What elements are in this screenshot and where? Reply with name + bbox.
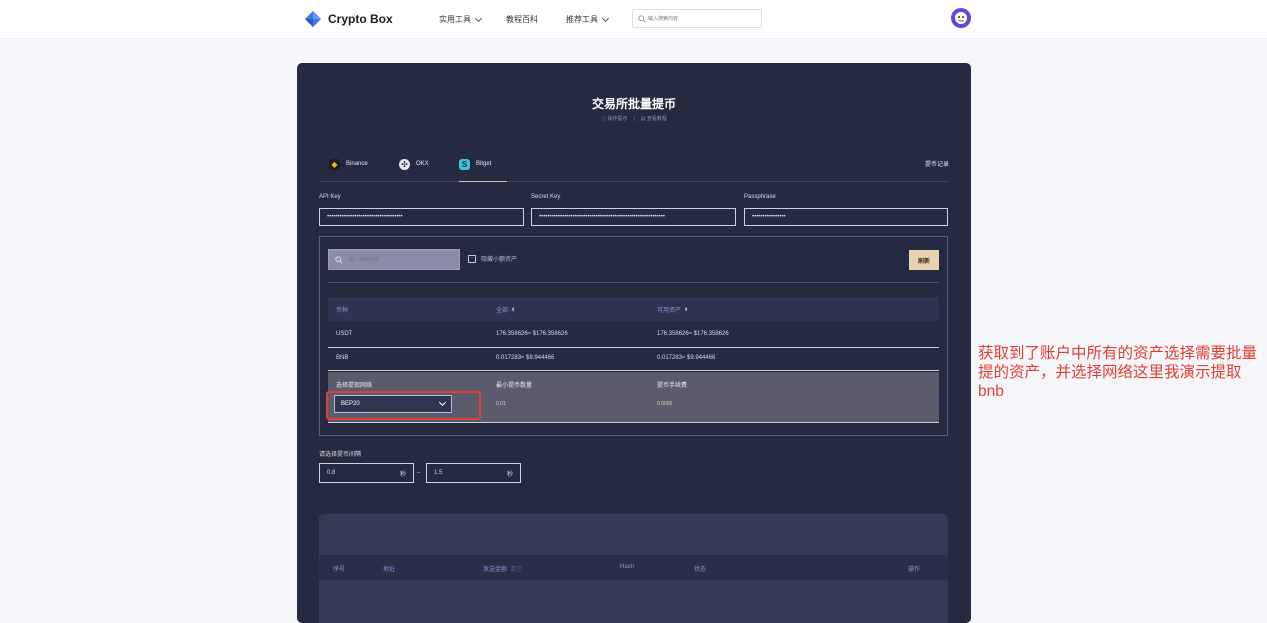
col-total[interactable]: 全部 ⬍ <box>496 305 515 315</box>
interval-to-unit: 秒 <box>506 471 513 478</box>
page-hints: ⓘ 操作提示 | ▤ 查看教程 <box>297 115 971 123</box>
network-highlight-box <box>326 391 481 420</box>
binance-icon: ◆ <box>329 158 340 170</box>
search-icon <box>335 255 343 264</box>
min-withdraw-value: 0.01 <box>496 401 506 407</box>
api-key-input[interactable]: •••••••••••••••••••••••••••••••••••• <box>319 208 524 226</box>
nav-tutorials-label: 教程百科 <box>506 15 538 24</box>
asset-search-input[interactable] <box>347 255 451 264</box>
user-avatar[interactable] <box>951 8 971 28</box>
col-available-label: 可用资产 <box>657 308 682 314</box>
brand-logo[interactable]: Crypto Box <box>304 10 393 28</box>
interval-from-unit: 秒 <box>399 471 406 478</box>
interval-label: 请选择提币间隔 <box>319 452 362 458</box>
hide-small-assets-toggle[interactable]: 隐藏小额资产 <box>468 254 517 263</box>
tutorial-label: 查看教程 <box>646 116 667 122</box>
okx-icon: ✣ <box>399 158 410 170</box>
operation-tips-label: 操作提示 <box>607 116 628 122</box>
bitget-icon: S <box>459 158 470 170</box>
crypto-box-logo-icon <box>305 11 321 27</box>
col-total-label: 全部 <box>496 308 509 314</box>
interval-to-value: 1.5 <box>434 470 443 476</box>
asset-available: 0.017283≈ $9.944466 <box>657 355 716 361</box>
asset-row-bnb[interactable]: BNB 0.017283≈ $9.944466 0.017283≈ $9.944… <box>328 347 939 371</box>
passphrase-input[interactable]: •••••••••••••••• <box>744 208 948 226</box>
col-available[interactable]: 可用资产 ⬍ <box>657 305 688 315</box>
asset-table-header: 币种 全部 ⬍ 可用资产 ⬍ <box>328 297 939 321</box>
col-status: 状态 <box>694 567 707 573</box>
record-table-header: 序号 地址 发送金额 清空 Hash 状态 操作 <box>319 555 948 580</box>
api-key-label: API Key <box>319 194 341 200</box>
col-coin: 币种 <box>336 305 348 314</box>
top-navbar: Crypto Box 实用工具 教程百科 推荐工具 <box>0 0 1267 39</box>
annotation-text: 获取到了账户中所有的资产选择需要批量提的资产，并选择网络这里我演示提取bnb <box>978 345 1258 400</box>
nav-practical-tools-label: 实用工具 <box>439 15 471 24</box>
refresh-button[interactable]: 刷新 <box>909 250 939 270</box>
interval-from-value: 0.8 <box>327 470 336 476</box>
sort-icon[interactable]: ⬍ <box>684 307 688 313</box>
exchange-tabs: ◆ Binance ✣ OKX S Bitget 提币记录 <box>319 147 949 182</box>
operation-tips-link[interactable]: ⓘ 操作提示 <box>601 115 627 122</box>
header-search-input[interactable] <box>646 14 750 23</box>
nav-recommended-tools[interactable]: 推荐工具 <box>566 14 610 25</box>
nav-recommended-tools-label: 推荐工具 <box>566 15 598 24</box>
hide-small-checkbox[interactable] <box>468 254 476 263</box>
passphrase-label: Passphrase <box>744 194 776 200</box>
tab-binance-label: Binance <box>346 161 368 167</box>
tab-okx[interactable]: ✣ OKX <box>399 147 429 181</box>
tab-okx-label: OKX <box>416 161 429 167</box>
tab-binance[interactable]: ◆ Binance <box>329 147 368 181</box>
col-hash: Hash <box>620 564 635 570</box>
asset-coin: USDT <box>336 331 353 337</box>
asset-total: 0.017283≈ $9.944466 <box>496 355 555 361</box>
col-address: 地址 <box>383 567 396 573</box>
brand-name: Crypto Box <box>328 12 393 26</box>
withdraw-fee-label: 提币手续费 <box>657 383 688 389</box>
col-coin-label: 币种 <box>336 308 349 314</box>
asset-coin: BNB <box>336 355 349 361</box>
tab-bitget[interactable]: S Bitget <box>459 147 508 182</box>
sort-icon[interactable]: ⬍ <box>511 307 515 313</box>
col-index: 序号 <box>333 567 346 573</box>
tab-bitget-label: Bitget <box>476 161 492 167</box>
asset-available: 176.358626≈ $176.358626 <box>657 331 729 337</box>
col-amount-label: 发送金额 <box>483 567 508 573</box>
min-withdraw-label: 最小提币数量 <box>496 383 533 389</box>
network-select-label: 选择提现网络 <box>336 383 373 389</box>
page-title: 交易所批量提币 <box>591 97 676 111</box>
chevron-down-icon <box>474 14 483 22</box>
header-search[interactable] <box>632 9 762 28</box>
tutorial-link[interactable]: ▤ 查看教程 <box>641 115 667 122</box>
search-icon <box>638 14 646 23</box>
clear-amount-link[interactable]: 清空 <box>510 567 522 573</box>
secret-key-input[interactable]: ••••••••••••••••••••••••••••••••••••••••… <box>531 208 736 226</box>
withdraw-record-panel: 序号 地址 发送金额 清空 Hash 状态 操作 <box>319 514 948 623</box>
col-amount: 发送金额 清空 <box>483 564 522 573</box>
panel-divider <box>328 282 939 283</box>
secret-key-label: Secret Key <box>531 194 561 200</box>
withdraw-history-link[interactable]: 提币记录 <box>925 159 949 168</box>
nav-practical-tools[interactable]: 实用工具 <box>439 14 483 25</box>
hide-small-label: 隐藏小额资产 <box>481 257 518 263</box>
hint-separator: | <box>633 115 635 122</box>
col-actions: 操作 <box>908 567 921 573</box>
avatar-icon <box>955 12 967 24</box>
asset-search[interactable] <box>328 249 460 270</box>
batch-withdraw-card: 交易所批量提币 ⓘ 操作提示 | ▤ 查看教程 ◆ Binance ✣ OKX … <box>297 63 971 623</box>
asset-row-usdt[interactable]: USDT 176.358626≈ $176.358626 176.358626≈… <box>328 323 939 347</box>
interval-dash: – <box>417 470 421 476</box>
interval-from-input[interactable]: 0.8 秒 <box>319 463 414 483</box>
chevron-down-icon <box>601 14 610 22</box>
interval-to-input[interactable]: 1.5 秒 <box>426 463 521 483</box>
asset-total: 176.358626≈ $176.358626 <box>496 331 568 337</box>
withdraw-fee-value: 0.0005 <box>657 401 673 407</box>
nav-tutorials[interactable]: 教程百科 <box>506 14 538 25</box>
